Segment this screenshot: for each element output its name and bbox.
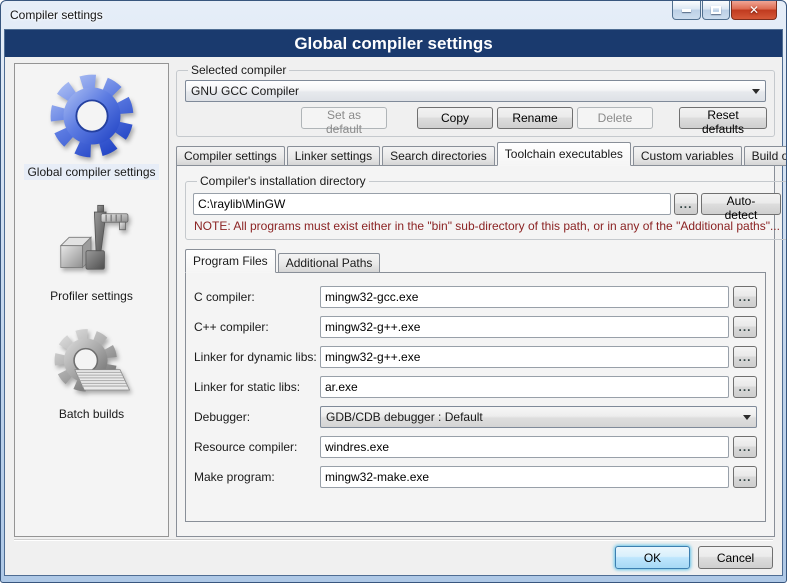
reset-defaults-button[interactable]: Reset defaults: [679, 107, 767, 129]
sidebar-item-batch-builds[interactable]: Batch builds: [51, 326, 133, 422]
compiler-select[interactable]: GNU GCC Compiler: [185, 80, 766, 102]
minimize-icon: [682, 9, 691, 12]
tab-compiler-settings[interactable]: Compiler settings: [176, 146, 285, 166]
dynamic-linker-input[interactable]: [320, 346, 729, 368]
settings-category-sidebar: Global compiler settings: [14, 63, 169, 537]
minimize-button[interactable]: [672, 1, 701, 20]
cancel-button[interactable]: Cancel: [698, 546, 773, 569]
field-row-debugger: Debugger: GDB/CDB debugger : Default: [194, 406, 757, 428]
sidebar-item-label: Profiler settings: [47, 288, 136, 304]
make-program-browse-button[interactable]: ...: [733, 466, 757, 488]
make-program-input[interactable]: [320, 466, 729, 488]
debugger-select[interactable]: GDB/CDB debugger : Default: [320, 406, 757, 428]
compiler-settings-window: Compiler settings ✕ Global compiler sett…: [0, 0, 787, 583]
compiler-tabs: Compiler settings Linker settings Search…: [176, 142, 775, 166]
field-label: Linker for dynamic libs:: [194, 350, 320, 364]
installation-directory-browse-button[interactable]: ...: [674, 193, 698, 215]
dialog-client-area: Global compiler settings: [4, 29, 783, 576]
cpp-compiler-input[interactable]: [320, 316, 729, 338]
dynamic-linker-browse-button[interactable]: ...: [733, 346, 757, 368]
titlebar[interactable]: Compiler settings ✕: [1, 1, 786, 29]
ok-button[interactable]: OK: [615, 546, 690, 569]
page-title: Global compiler settings: [5, 30, 782, 57]
installation-directory-group: Compiler's installation directory ... Au…: [185, 174, 787, 240]
selected-compiler-group: Selected compiler GNU GCC Compiler Set a…: [176, 63, 775, 137]
delete-button[interactable]: Delete: [577, 107, 653, 129]
gray-gear-stack-icon: [51, 326, 133, 404]
dialog-footer: OK Cancel: [14, 539, 773, 575]
tab-toolchain-executables[interactable]: Toolchain executables: [497, 142, 631, 166]
field-row-dynamic-linker: Linker for dynamic libs: ...: [194, 346, 757, 368]
field-label: C++ compiler:: [194, 320, 320, 334]
selected-compiler-legend: Selected compiler: [188, 63, 289, 77]
field-row-cpp-compiler: C++ compiler: ...: [194, 316, 757, 338]
static-linker-input[interactable]: [320, 376, 729, 398]
tab-search-directories[interactable]: Search directories: [382, 146, 495, 166]
installation-directory-input[interactable]: [193, 193, 671, 215]
debugger-select-value: GDB/CDB debugger : Default: [326, 410, 483, 424]
resource-compiler-input[interactable]: [320, 436, 729, 458]
field-label: Linker for static libs:: [194, 380, 320, 394]
installation-note: NOTE: All programs must exist either in …: [194, 219, 780, 233]
c-compiler-browse-button[interactable]: ...: [733, 286, 757, 308]
chevron-down-icon: [752, 89, 760, 98]
field-row-static-linker: Linker for static libs: ...: [194, 376, 757, 398]
chevron-down-icon: [743, 415, 751, 424]
main-area: Global compiler settings: [5, 57, 782, 539]
auto-detect-button[interactable]: Auto-detect: [701, 193, 781, 215]
close-icon: ✕: [749, 4, 759, 16]
copy-button[interactable]: Copy: [417, 107, 493, 129]
rename-button[interactable]: Rename: [497, 107, 573, 129]
tab-linker-settings[interactable]: Linker settings: [287, 146, 380, 166]
sidebar-item-label: Batch builds: [56, 406, 127, 422]
blue-gear-icon: [46, 70, 138, 162]
compiler-select-value: GNU GCC Compiler: [191, 84, 299, 98]
tab-additional-paths[interactable]: Additional Paths: [278, 253, 381, 273]
toolchain-executables-panel: Compiler's installation directory ... Au…: [176, 165, 775, 537]
program-files-tabs: Program Files Additional Paths: [185, 249, 766, 273]
tab-build-options[interactable]: Build options: [744, 146, 787, 166]
program-files-panel: C compiler: ... C++ compiler: ... Linker: [185, 272, 766, 522]
field-row-c-compiler: C compiler: ...: [194, 286, 757, 308]
maximize-button[interactable]: [702, 1, 730, 20]
field-row-resource-compiler: Resource compiler: ...: [194, 436, 757, 458]
close-button[interactable]: ✕: [731, 1, 777, 20]
c-compiler-input[interactable]: [320, 286, 729, 308]
sidebar-item-label: Global compiler settings: [24, 164, 158, 180]
compiler-buttons-row: Set as default Copy Rename Delete Reset …: [184, 107, 767, 129]
field-label: Debugger:: [194, 410, 320, 424]
installation-directory-legend: Compiler's installation directory: [197, 174, 369, 188]
static-linker-browse-button[interactable]: ...: [733, 376, 757, 398]
settings-content: Selected compiler GNU GCC Compiler Set a…: [176, 63, 775, 537]
maximize-icon: [711, 6, 721, 14]
field-row-make-program: Make program: ...: [194, 466, 757, 488]
installation-directory-row: ... Auto-detect: [193, 193, 781, 215]
sidebar-item-profiler-settings[interactable]: Profiler settings: [47, 202, 136, 304]
window-controls: ✕: [672, 1, 777, 20]
cpp-compiler-browse-button[interactable]: ...: [733, 316, 757, 338]
caliper-icon: [49, 202, 133, 286]
resource-compiler-browse-button[interactable]: ...: [733, 436, 757, 458]
program-files-notebook: Program Files Additional Paths C compile…: [185, 249, 766, 522]
tab-program-files[interactable]: Program Files: [185, 249, 276, 273]
field-label: Resource compiler:: [194, 440, 320, 454]
tab-custom-variables[interactable]: Custom variables: [633, 146, 742, 166]
field-label: Make program:: [194, 470, 320, 484]
window-title: Compiler settings: [10, 8, 103, 22]
set-as-default-button[interactable]: Set as default: [301, 107, 387, 129]
field-label: C compiler:: [194, 290, 320, 304]
sidebar-item-global-compiler-settings[interactable]: Global compiler settings: [24, 70, 158, 180]
